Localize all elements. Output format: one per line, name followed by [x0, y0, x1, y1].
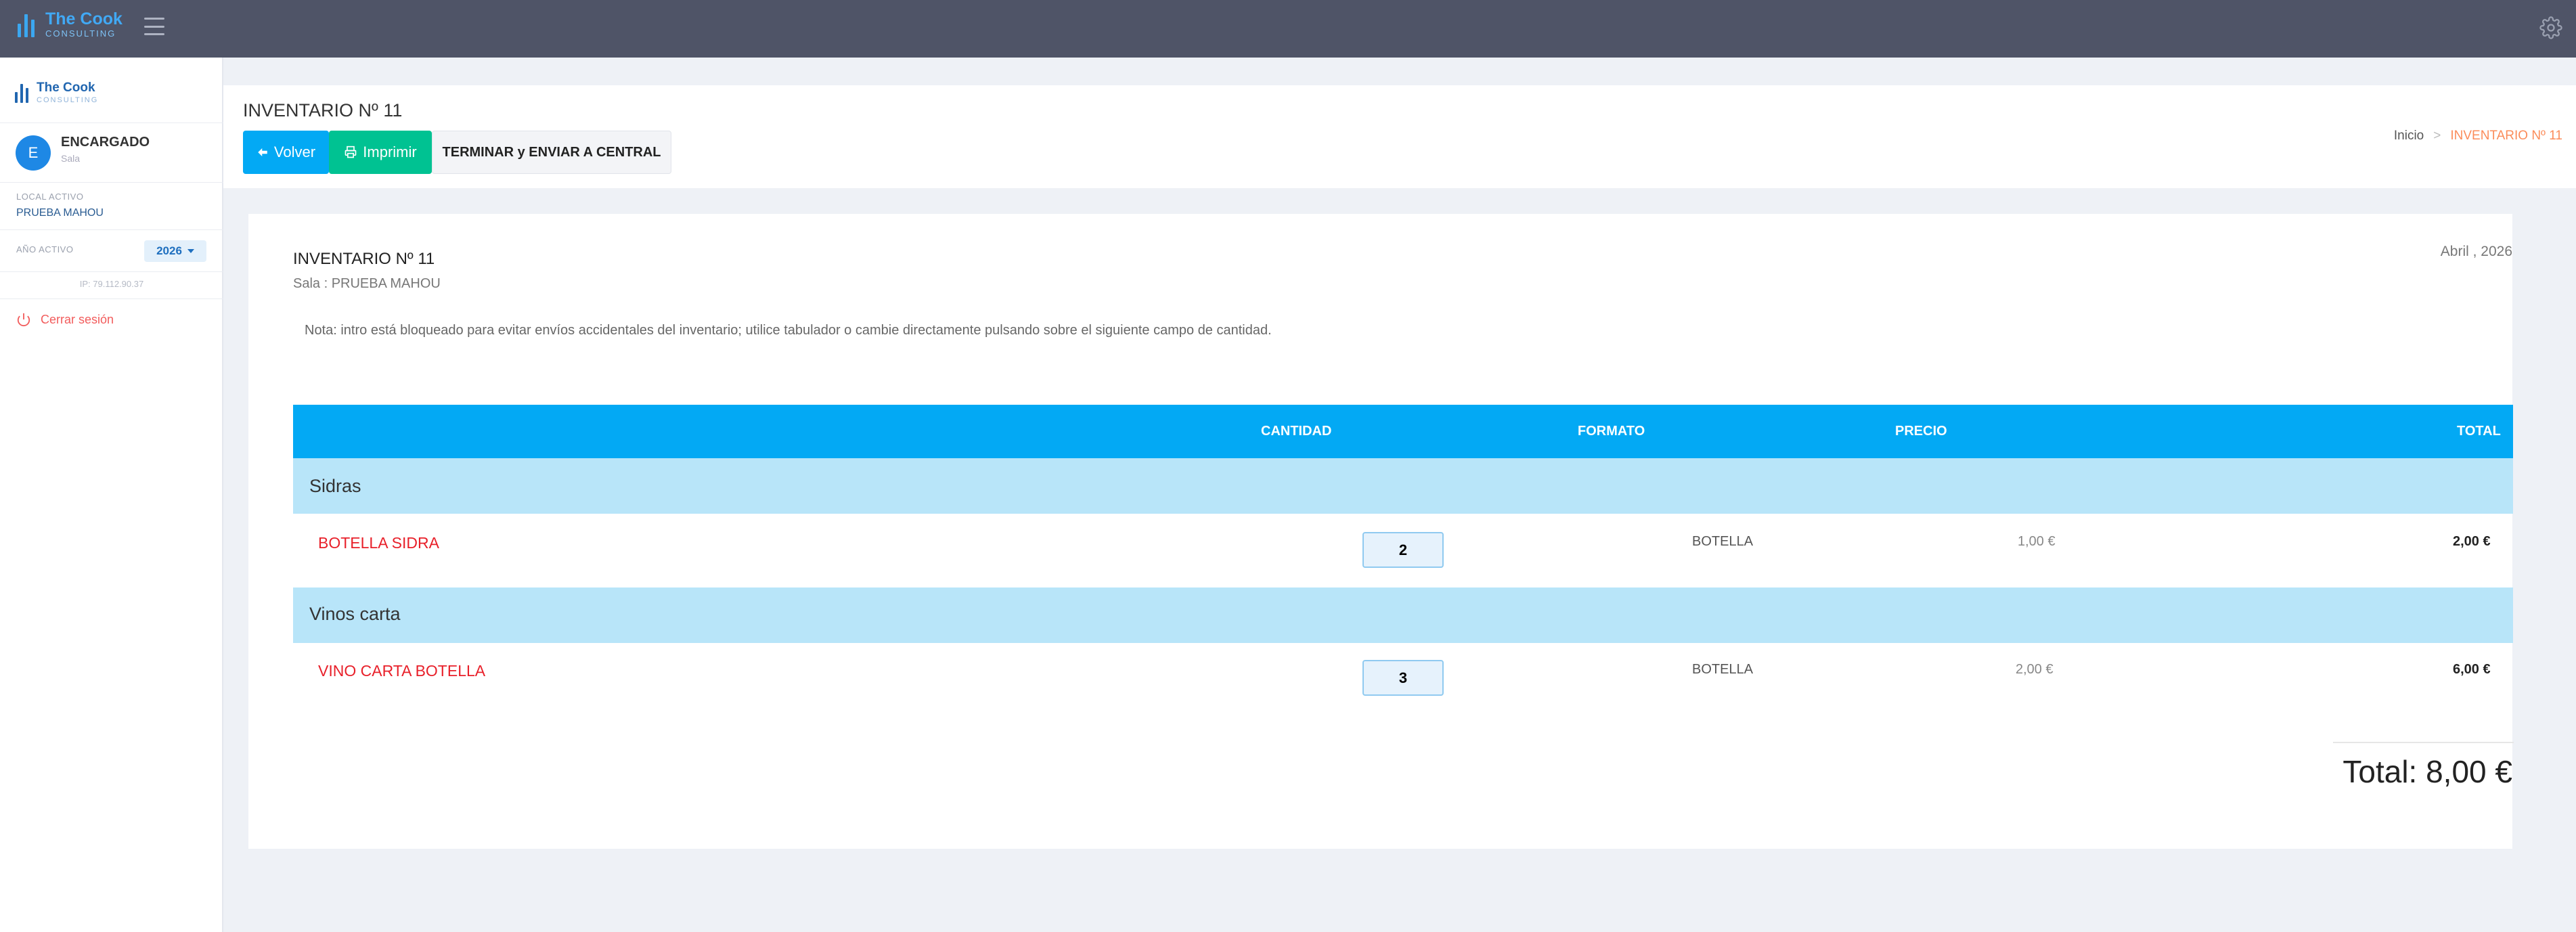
breadcrumb-current: INVENTARIO Nº 11 [2450, 129, 2562, 143]
arrow-left-icon [258, 148, 267, 156]
item-name-link[interactable]: VINO CARTA BOTELLA [318, 662, 485, 680]
item-price: 2,00 € [2016, 662, 2053, 677]
gear-icon[interactable] [2539, 16, 2562, 39]
divider [0, 298, 223, 299]
item-total: 6,00 € [2453, 662, 2491, 677]
terminar-enviar-button[interactable]: TERMINAR y ENVIAR A CENTRAL [432, 131, 671, 174]
category-label: Sidras [309, 476, 361, 496]
sidebar: The Cook CONSULTING E ENCARGADO Sala LOC… [0, 58, 223, 932]
caret-down-icon [187, 249, 194, 253]
logo-bars-icon [18, 12, 35, 37]
local-value[interactable]: PRUEBA MAHOU [16, 207, 104, 219]
breadcrumb-separator-icon: > [2433, 129, 2441, 143]
category-row [293, 458, 2513, 514]
grand-total: Total: 8,00 € [2342, 754, 2512, 789]
column-header-total: TOTAL [2457, 424, 2501, 439]
imprimir-button[interactable]: Imprimir [329, 131, 432, 174]
year-select[interactable]: 2026 [144, 240, 206, 262]
local-label: LOCAL ACTIVO [16, 192, 84, 202]
logout-button[interactable]: Cerrar sesión [16, 312, 114, 327]
menu-toggle-icon[interactable] [144, 18, 164, 35]
quantity-input[interactable] [1362, 532, 1444, 568]
imprimir-label: Imprimir [363, 143, 417, 160]
sidebar-brand-name: The Cook [37, 81, 95, 95]
top-navbar: The Cook CONSULTING [0, 0, 2576, 58]
year-value: 2026 [156, 244, 182, 257]
column-header-formato: FORMATO [1578, 424, 1645, 439]
category-label: Vinos carta [309, 604, 401, 624]
divider [0, 182, 223, 183]
column-header-precio: PRECIO [1895, 424, 1947, 439]
item-format: BOTELLA [1692, 534, 1754, 549]
user-name: ENCARGADO [61, 135, 150, 150]
item-format: BOTELLA [1692, 662, 1754, 677]
logo-bars-icon [15, 83, 28, 103]
inventory-date: Abril , 2026 [2440, 244, 2512, 259]
inventory-note: Nota: intro está bloqueado para evitar e… [305, 323, 1272, 338]
year-label: AÑO ACTIVO [16, 244, 74, 254]
inventory-title: INVENTARIO Nº 11 [293, 250, 435, 268]
column-header-cantidad: CANTIDAD [1261, 424, 1332, 439]
sidebar-logo: The Cook CONSULTING [15, 81, 98, 105]
item-price: 1,00 € [2018, 534, 2056, 549]
power-icon [17, 313, 30, 327]
item-name-link[interactable]: BOTELLA SIDRA [318, 534, 439, 552]
avatar[interactable]: E [16, 135, 51, 171]
total-divider [2333, 742, 2514, 743]
breadcrumb-home-link[interactable]: Inicio [2394, 129, 2424, 143]
volver-label: Volver [273, 143, 316, 160]
quantity-input[interactable] [1362, 660, 1444, 696]
divider [0, 271, 223, 272]
inventory-sala: Sala : PRUEBA MAHOU [293, 276, 441, 291]
printer-icon [345, 146, 357, 158]
divider [0, 229, 223, 230]
table-header [293, 405, 2513, 458]
logout-label: Cerrar sesión [41, 312, 114, 326]
app-logo[interactable]: The Cook CONSULTING [18, 9, 123, 39]
brand-subtitle: CONSULTING [45, 28, 116, 39]
ip-address: IP: 79.112.90.37 [79, 279, 144, 289]
inventory-card [248, 214, 2512, 849]
breadcrumb: Inicio > INVENTARIO Nº 11 [2394, 129, 2562, 143]
brand-name: The Cook [45, 9, 123, 28]
volver-button[interactable]: Volver [243, 131, 329, 174]
user-role: Sala [61, 153, 81, 164]
item-total: 2,00 € [2453, 534, 2491, 549]
sidebar-brand-subtitle: CONSULTING [37, 96, 99, 104]
category-row [293, 587, 2513, 643]
page-title: INVENTARIO Nº 11 [243, 100, 403, 120]
